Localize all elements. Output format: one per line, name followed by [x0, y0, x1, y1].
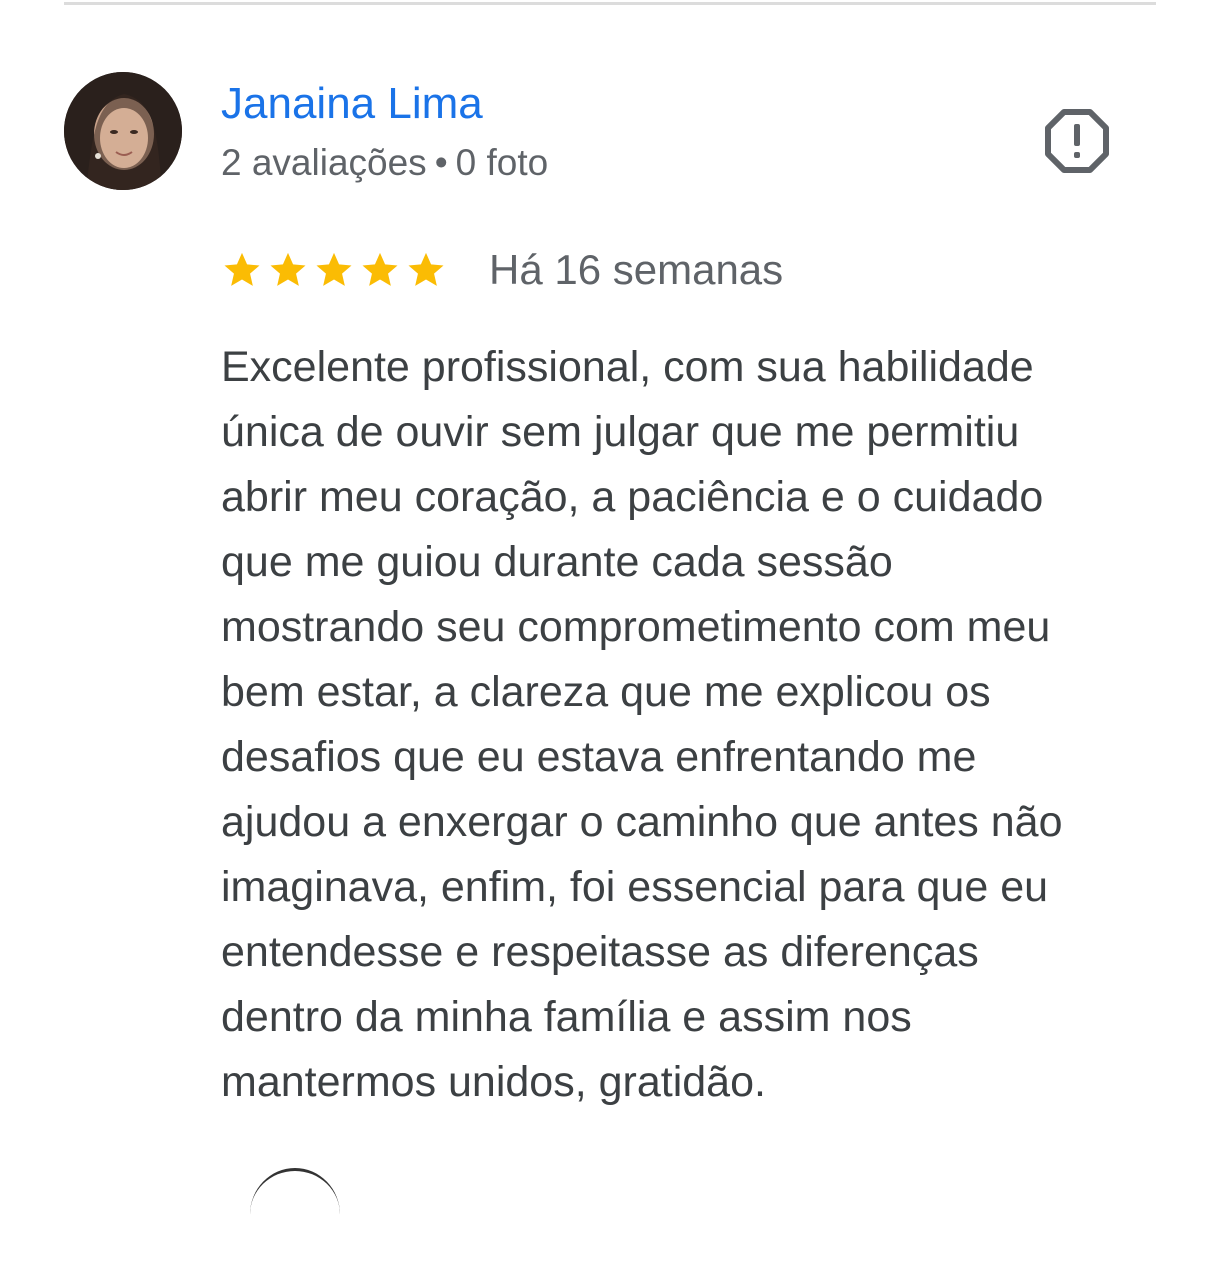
- reviewer-meta: 2 avaliações • 0 foto: [221, 140, 548, 186]
- review-text-line: bem estar, a clareza que me explicou os: [221, 668, 991, 716]
- photos-count: 0 foto: [455, 142, 549, 183]
- reviews-count: 2 avaliações: [221, 142, 427, 183]
- reviewer-photo-icon: [64, 72, 182, 190]
- star-rating: [221, 249, 447, 291]
- review-text-line: Excelente profissional, com sua habilida…: [221, 343, 1034, 391]
- reviewer-name-link[interactable]: Janaina Lima: [221, 78, 483, 130]
- review-text-line: dentro da minha família e assim nos: [221, 993, 912, 1041]
- star-icon: [408, 252, 444, 286]
- meta-separator: •: [434, 142, 448, 183]
- divider: [64, 2, 1156, 5]
- report-flag-icon[interactable]: [1044, 108, 1110, 174]
- rating-row: Há 16 semanas: [221, 244, 783, 296]
- review-text-line: entendesse e respeitasse as diferenças: [221, 928, 979, 976]
- review-text: Excelente profissional, com sua habilida…: [221, 335, 1156, 1115]
- review-text-line: imaginava, enfim, foi essencial para que…: [221, 863, 1049, 911]
- star-icon: [362, 252, 398, 286]
- star-icon: [316, 252, 352, 286]
- review-text-line: única de ouvir sem julgar que me permiti…: [221, 408, 1020, 456]
- review-text-line: que me guiou durante cada sessão: [221, 538, 893, 586]
- next-review-avatar: [250, 1168, 340, 1261]
- review-text-line: ajudou a enxergar o caminho que antes nã…: [221, 798, 1063, 846]
- review-text-line: mantermos unidos, gratidão.: [221, 1058, 766, 1106]
- review-text-line: abrir meu coração, a paciência e o cuida…: [221, 473, 1044, 521]
- star-icon: [270, 252, 306, 286]
- review-text-line: mostrando seu comprometimento com meu: [221, 603, 1051, 651]
- review-text-line: desafios que eu estava enfrentando me: [221, 733, 977, 781]
- review-date: Há 16 semanas: [489, 246, 784, 293]
- avatar[interactable]: [64, 72, 182, 190]
- star-icon: [224, 252, 260, 286]
